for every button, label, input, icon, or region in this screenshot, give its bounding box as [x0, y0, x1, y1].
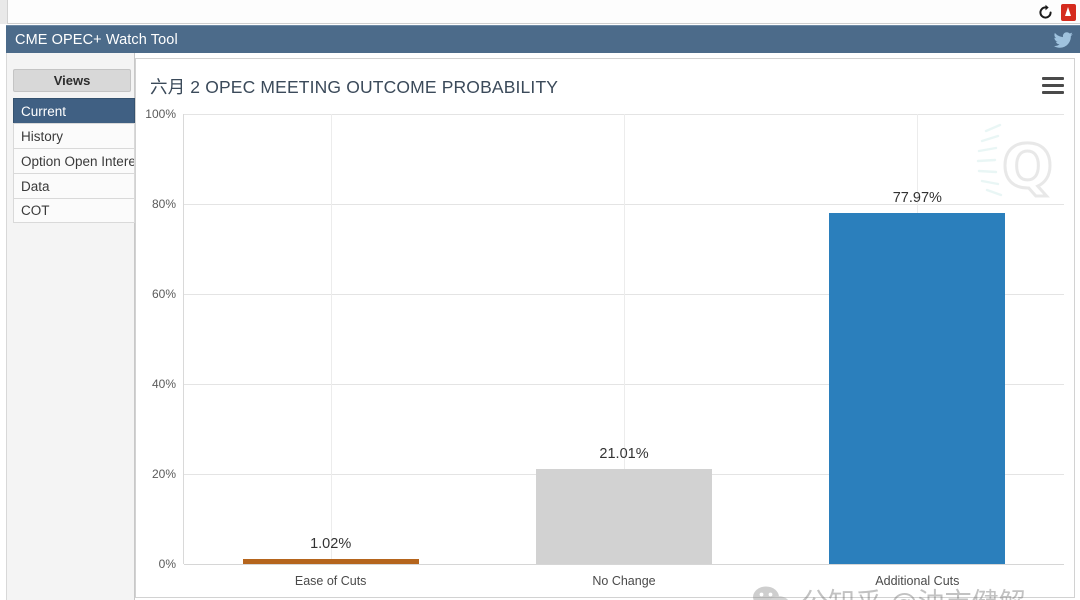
sidebar-item-label: Option Open Interest — [21, 153, 135, 169]
app-title: CME OPEC+ Watch Tool — [15, 31, 178, 48]
hamburger-bar — [1042, 91, 1064, 94]
category-separator — [330, 114, 332, 564]
sidebar-item-label: Current — [21, 103, 67, 119]
hamburger-bar — [1042, 77, 1064, 80]
bar-value-label: 1.02% — [310, 536, 352, 553]
hamburger-menu-icon[interactable] — [1042, 77, 1064, 94]
x-axis-category-label: Additional Cuts — [875, 574, 960, 588]
bar-ease-of-cuts[interactable]: 1.02% Ease of Cuts — [242, 536, 419, 588]
main-body: Views Current History Option Open Intere… — [6, 53, 1080, 600]
x-axis-category-label: Ease of Cuts — [294, 574, 367, 588]
bar-value-label: 77.97% — [892, 190, 942, 207]
browser-strip-left-edge — [0, 0, 8, 24]
pdf-icon[interactable] — [1061, 3, 1076, 21]
y-axis-tick-label: 20% — [151, 467, 176, 481]
sidebar-item-label: COT — [21, 203, 50, 218]
sidebar-item-label: Data — [21, 178, 50, 194]
hamburger-bar — [1042, 84, 1064, 87]
sidebar-item-history[interactable]: History — [13, 123, 135, 148]
chart-panel: 六月 2 OPEC MEETING OUTCOME PROBABILITY Q — [135, 58, 1075, 598]
bar-value-label: 21.01% — [599, 446, 649, 463]
sidebar-nav-list: Current History Option Open Interest Dat… — [13, 98, 135, 223]
app-titlebar: CME OPEC+ Watch Tool — [6, 25, 1080, 53]
reload-icon[interactable] — [1037, 4, 1054, 21]
y-axis-tick-label: 0% — [158, 557, 176, 571]
sidebar-item-cot[interactable]: COT — [13, 198, 135, 223]
sidebar-item-label: History — [21, 128, 64, 144]
y-axis-tick-label: 40% — [151, 377, 176, 391]
gridline — [184, 564, 1064, 565]
bar-no-change[interactable]: 21.01% No Change — [536, 446, 712, 588]
y-axis-tick-label: 80% — [151, 197, 176, 211]
browser-toolbar-icons — [1037, 1, 1076, 23]
browser-toolbar-strip — [0, 0, 1080, 24]
sidebar-item-data[interactable]: Data — [13, 173, 135, 198]
y-axis-line — [183, 114, 184, 564]
twitter-icon[interactable] — [1053, 30, 1074, 50]
sidebar-item-current[interactable]: Current — [13, 98, 135, 123]
plot-area: 0% 20% 40% 60% 80% 100% 1.02% Ease of Cuts 21.01… — [145, 107, 1064, 588]
sidebar-item-option-open-interest[interactable]: Option Open Interest — [13, 148, 135, 173]
opec-watch-tool-window: CME OPEC+ Watch Tool Views Current Histo… — [0, 0, 1080, 600]
chart-title: 六月 2 OPEC MEETING OUTCOME PROBABILITY — [150, 77, 559, 97]
bar-additional-cuts[interactable]: 77.97% Additional Cuts — [829, 190, 1006, 588]
y-axis-tick-label: 100% — [145, 107, 176, 121]
y-axis-tick-label: 60% — [151, 287, 176, 301]
x-axis-category-label: No Change — [592, 574, 656, 588]
sidebar: Views Current History Option Open Intere… — [7, 53, 135, 600]
sidebar-header-views: Views — [13, 69, 131, 92]
